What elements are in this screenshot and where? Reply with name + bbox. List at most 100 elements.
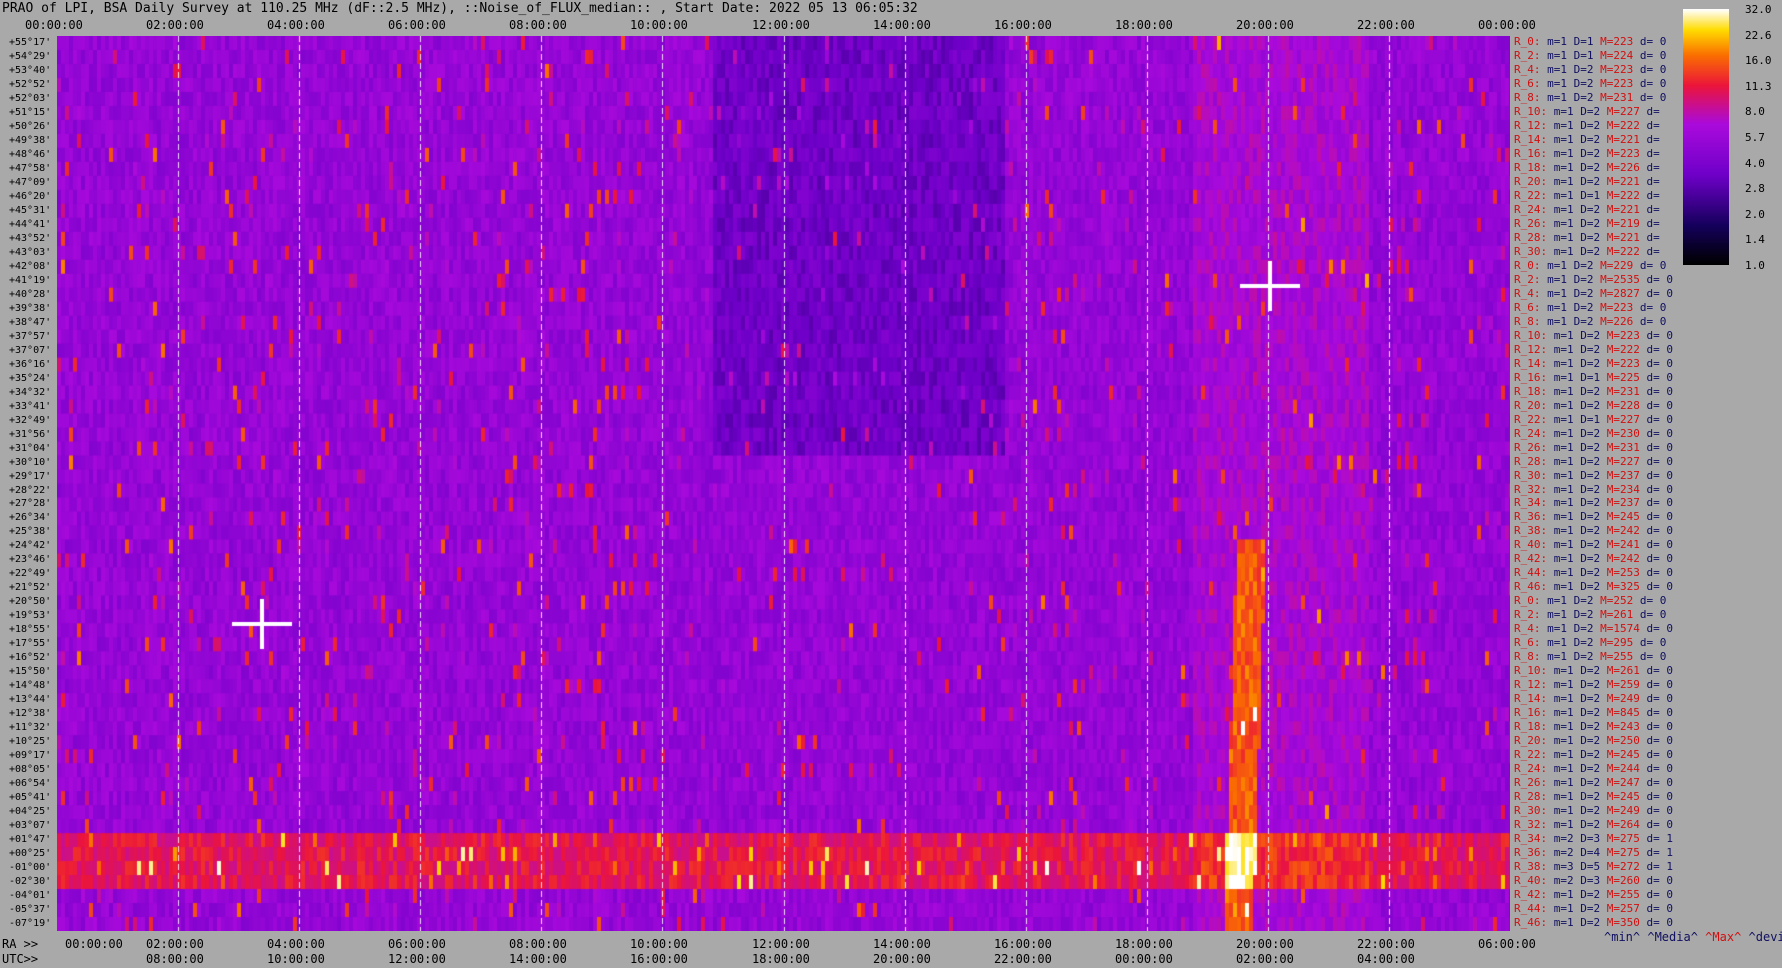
stat-D: D=2	[1580, 790, 1601, 804]
stat-d: d=	[1646, 146, 1660, 160]
stat-r: R_26:	[1514, 776, 1548, 790]
stat-M: M=325	[1606, 580, 1640, 594]
stat-r: R_14:	[1514, 692, 1548, 706]
stat-M: M=244	[1606, 762, 1640, 776]
stat-M: M=253	[1606, 566, 1640, 580]
stat-r: R_16:	[1514, 146, 1548, 160]
utc-tick: 12:00:00	[388, 952, 446, 966]
stat-M: M=1574	[1600, 622, 1640, 636]
stat-m: m=2	[1553, 846, 1574, 860]
beam-stat-row: R_6: m=1 D=2 M=223 d= 0	[1514, 300, 1666, 314]
stat-M: M=264	[1606, 818, 1640, 832]
stat-M: M=226	[1600, 314, 1634, 328]
dec-label: +27°28'	[9, 498, 52, 510]
stat-M: M=222	[1606, 118, 1640, 132]
stat-m: m=1	[1553, 888, 1574, 902]
stat-D: D=2	[1580, 664, 1601, 678]
utc-tick: 20:00:00	[873, 952, 931, 966]
stat-D: D=1	[1580, 188, 1601, 202]
dec-label: +39°38'	[9, 302, 52, 314]
stat-D: D=2	[1580, 496, 1601, 510]
dec-label: +13°44'	[9, 694, 52, 706]
colorbar-tick: 22.6	[1745, 28, 1772, 42]
beam-stat-row: R_8: m=1 D=2 M=255 d= 0	[1514, 651, 1666, 663]
stat-d: d= 0	[1646, 888, 1674, 902]
stat-m: m=1	[1547, 650, 1567, 664]
dec-label: -05°37'	[9, 904, 52, 916]
stat-D: D=2	[1580, 692, 1601, 706]
stat-M: M=224	[1600, 48, 1634, 62]
stat-d: d= 0	[1639, 636, 1667, 650]
stat-m: m=1	[1547, 594, 1567, 608]
stat-D: D=2	[1580, 720, 1601, 734]
stat-M: M=272	[1606, 860, 1640, 874]
stat-d: d= 0	[1646, 286, 1674, 300]
stat-D: D=2	[1580, 678, 1601, 692]
beam-stat-row: R_12: m=1 D=2 M=222 d= 0	[1514, 343, 1673, 356]
stat-r: R_24:	[1514, 426, 1548, 440]
stat-D: D=2	[1573, 62, 1594, 76]
stat-m: m=1	[1553, 720, 1574, 734]
legend-min: ^min^	[1604, 930, 1641, 944]
stat-d: d= 0	[1646, 580, 1674, 594]
dec-label: +12°38'	[9, 708, 52, 720]
stat-M: M=245	[1606, 748, 1640, 762]
stat-m: m=1	[1553, 244, 1574, 258]
beam-stat-row: R_18: m=1 D=2 M=243 d= 0	[1514, 721, 1673, 733]
stat-M: M=845	[1606, 706, 1640, 720]
stat-m: m=1	[1553, 706, 1574, 720]
top-tick: 06:00:00	[388, 18, 446, 32]
dec-label: +10°25'	[9, 736, 52, 748]
dec-label: +52°52'	[9, 78, 52, 90]
beam-stat-row: R_38: m=3 D=5 M=272 d= 1	[1514, 861, 1673, 873]
legend-max: ^Max^	[1705, 930, 1742, 944]
stat-D: D=2	[1580, 818, 1601, 832]
stat-M: M=237	[1606, 496, 1640, 510]
beam-stat-row: R_24: m=1 D=2 M=221 d=	[1514, 202, 1660, 216]
beam-stat-row: R_12: m=1 D=2 M=222 d=	[1514, 118, 1660, 132]
stats-legend: ^min^ ^Media^ ^Max^ ^devia^	[1604, 930, 1782, 944]
beam-stat-row: R_34: m=2 D=3 M=275 d= 1	[1514, 833, 1673, 845]
dec-label: +52°03'	[9, 92, 52, 104]
stat-m: m=1	[1553, 916, 1574, 930]
top-tick: 00:00:00	[1478, 18, 1536, 32]
stat-r: R_30:	[1514, 468, 1548, 482]
stat-r: R_2:	[1514, 48, 1541, 62]
stat-d: d= 0	[1646, 426, 1674, 440]
top-tick: 18:00:00	[1115, 18, 1173, 32]
stat-m: m=1	[1547, 258, 1567, 272]
stat-r: R_40:	[1514, 874, 1548, 888]
stat-D: D=2	[1580, 482, 1601, 496]
stat-r: R_24:	[1514, 202, 1548, 216]
beam-stat-row: R_44: m=1 D=2 M=253 d= 0	[1514, 567, 1673, 579]
stat-D: D=2	[1580, 104, 1601, 118]
stat-D: D=2	[1580, 902, 1601, 916]
stat-d: d=	[1646, 188, 1660, 202]
stat-D: D=2	[1580, 538, 1601, 552]
beam-stat-row: R_36: m=2 D=4 M=275 d= 1	[1514, 847, 1673, 859]
stat-m: m=1	[1547, 62, 1567, 76]
stat-m: m=1	[1547, 314, 1567, 328]
beam-stat-row: R_10: m=1 D=2 M=261 d= 0	[1514, 665, 1673, 677]
beam-stat-row: R_40: m=2 D=3 M=260 d= 0	[1514, 875, 1673, 887]
stat-r: R_6:	[1514, 300, 1541, 314]
stat-r: R_22:	[1514, 748, 1548, 762]
stat-r: R_0:	[1514, 35, 1541, 48]
stat-r: R_44:	[1514, 902, 1548, 916]
stat-r: R_34:	[1514, 496, 1548, 510]
ra-prefix: RA >>	[2, 937, 39, 951]
stat-r: R_22:	[1514, 188, 1548, 202]
stat-D: D=2	[1580, 174, 1601, 188]
stat-d: d= 1	[1646, 860, 1674, 874]
beam-stat-row: R_30: m=1 D=2 M=237 d= 0	[1514, 468, 1673, 482]
stat-D: D=2	[1580, 510, 1601, 524]
stat-m: m=1	[1547, 300, 1567, 314]
stat-m: m=1	[1553, 454, 1574, 468]
top-tick: 20:00:00	[1236, 18, 1294, 32]
stat-D: D=2	[1580, 566, 1601, 580]
stat-M: M=223	[1600, 62, 1634, 76]
dec-label: +47°09'	[9, 176, 52, 188]
stat-D: D=2	[1580, 776, 1601, 790]
ra-tick: 18:00:00	[1115, 937, 1173, 951]
beam-stat-row: R_16: m=1 D=2 M=223 d=	[1514, 146, 1660, 160]
